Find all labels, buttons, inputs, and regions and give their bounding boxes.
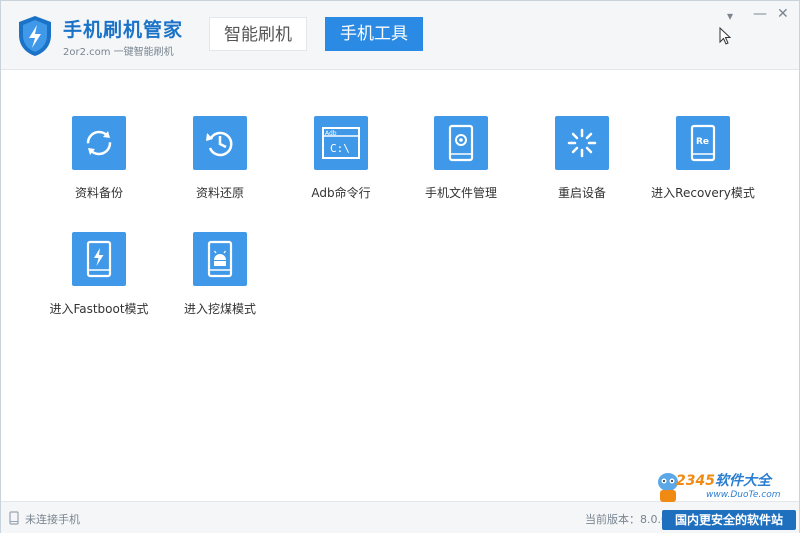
tool-label: 手机文件管理: [424, 186, 497, 200]
tool-backup[interactable]: 资料备份: [39, 116, 159, 216]
tool-label: 进入Fastboot模式: [49, 302, 149, 316]
shield-logo-icon: [19, 16, 51, 56]
tab-phone-tools[interactable]: 手机工具: [325, 17, 423, 51]
download-mode-icon: [193, 232, 247, 286]
mouse-cursor-icon: [719, 27, 731, 45]
tool-download-mode[interactable]: 进入挖煤模式: [160, 232, 280, 332]
backup-icon: [72, 116, 126, 170]
tool-label: 重启设备: [557, 186, 606, 200]
recovery-icon: Re: [676, 116, 730, 170]
menu-dropdown-icon[interactable]: ▾: [727, 9, 733, 23]
minimize-icon[interactable]: —: [753, 6, 767, 22]
reboot-icon: [555, 116, 609, 170]
watermark-brand: 2345软件大全: [676, 473, 771, 489]
connection-status: 未连接手机: [25, 513, 80, 526]
fastboot-icon: [72, 232, 126, 286]
tool-recovery-mode[interactable]: Re 进入Recovery模式: [643, 116, 763, 216]
terminal-icon: Adb C:\: [314, 116, 368, 170]
app-window: 手机刷机管家 2or2.com 一键智能刷机 智能刷机 手机工具 ▾ — ✕ 资…: [0, 0, 800, 533]
tool-adb-terminal[interactable]: Adb C:\ Adb命令行: [281, 116, 401, 216]
watermark-url: www.DuoTe.com: [706, 490, 781, 500]
app-title: 手机刷机管家: [63, 19, 184, 41]
tool-label: 资料备份: [74, 186, 123, 200]
tool-label: 进入Recovery模式: [651, 186, 755, 200]
tool-label: Adb命令行: [311, 186, 371, 200]
tool-restore[interactable]: 资料还原: [160, 116, 280, 216]
restore-icon: [193, 116, 247, 170]
close-icon[interactable]: ✕: [777, 6, 789, 22]
phone-status-icon: [9, 511, 19, 525]
svg-text:Adb: Adb: [325, 130, 337, 137]
tab-smart-flash[interactable]: 智能刷机: [209, 17, 307, 51]
title-bar: 手机刷机管家 2or2.com 一键智能刷机 智能刷机 手机工具 ▾ — ✕: [1, 1, 799, 70]
tool-fastboot-mode[interactable]: 进入Fastboot模式: [39, 232, 159, 332]
tool-label: 进入挖煤模式: [183, 302, 256, 316]
tool-phone-file-manager[interactable]: 手机文件管理: [401, 116, 521, 216]
svg-text:C:\: C:\: [330, 142, 350, 155]
phone-file-icon: [434, 116, 488, 170]
watermark-slogan: 国内更安全的软件站: [662, 510, 796, 530]
version-label: 当前版本：8.0.0: [585, 513, 668, 526]
tool-label: 资料还原: [195, 186, 244, 200]
tool-reboot[interactable]: 重启设备: [522, 116, 642, 216]
app-subtitle: 2or2.com 一键智能刷机: [63, 47, 174, 58]
svg-text:Re: Re: [696, 137, 709, 147]
